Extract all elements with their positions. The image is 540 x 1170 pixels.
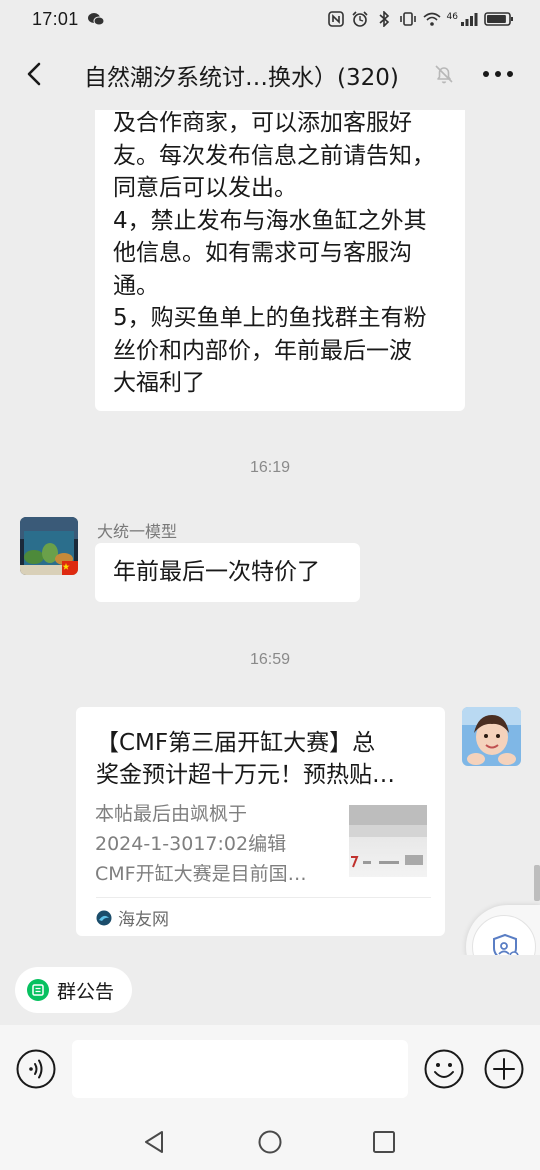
bluetooth-icon xyxy=(379,11,389,27)
voice-icon[interactable] xyxy=(16,1049,56,1089)
divider xyxy=(96,897,431,898)
chat-header: 自然潮汐系统讨…换水）(320) xyxy=(0,38,540,110)
my-avatar[interactable] xyxy=(462,707,521,766)
floating-security-button[interactable] xyxy=(466,905,540,955)
system-navigation-bar xyxy=(0,1115,540,1170)
alarm-icon xyxy=(351,11,368,27)
signal-icon xyxy=(461,13,478,26)
link-card-desc-line: 本帖最后由飒枫于 xyxy=(95,803,248,825)
announcement-icon xyxy=(27,979,49,1001)
link-card-title-line: 【CMF第三届开缸大赛】总 xyxy=(96,730,376,756)
message-line: 友。每次发布信息之前请告知， xyxy=(113,142,435,169)
message-list[interactable]: 及合作商家，可以添加客服好 友。每次发布信息之前请告知， 同意后可以发出。 4，… xyxy=(0,110,540,955)
link-card-title: 【CMF第三届开缸大赛】总 奖金预计超十万元！预热贴… xyxy=(96,727,426,791)
group-announcement-button[interactable]: 群公告 xyxy=(15,967,133,1013)
message-bubble[interactable]: 年前最后一次特价了 xyxy=(95,543,360,602)
sender-name: 大统一模型 xyxy=(97,522,178,541)
message-bubble-rules[interactable]: 及合作商家，可以添加客服好 友。每次发布信息之前请告知， 同意后可以发出。 4，… xyxy=(95,110,465,411)
wechat-notification-icon xyxy=(87,13,105,26)
message-line: 大福利了 xyxy=(113,370,205,396)
announcement-bar: 群公告 xyxy=(0,955,540,1025)
status-time: 17:01 xyxy=(32,8,79,29)
battery-icon xyxy=(484,12,513,26)
shield-button-inner xyxy=(472,915,536,955)
nfc-icon xyxy=(327,11,344,27)
shared-link-card[interactable]: 【CMF第三届开缸大赛】总 奖金预计超十万元！预热贴… 本帖最后由飒枫于 202… xyxy=(76,707,445,936)
cn-flag-badge xyxy=(62,561,78,575)
link-card-source: 海友网 xyxy=(96,905,169,930)
timestamp: 16:59 xyxy=(249,651,291,668)
nav-recents-icon[interactable] xyxy=(369,1127,399,1157)
link-card-description: 本帖最后由飒枫于 2024-1-3017:02编辑 CMF开缸大赛是目前国… xyxy=(95,799,335,889)
link-card-thumbnail xyxy=(349,805,427,877)
message-line: 及合作商家，可以添加客服好 xyxy=(113,110,412,136)
timestamp: 16:19 xyxy=(249,459,291,476)
chat-title[interactable]: 自然潮汐系统讨…换水）(320) xyxy=(84,58,399,92)
message-line: 4，禁止发布与海水鱼缸之外其 xyxy=(113,207,427,234)
link-card-source-name: 海友网 xyxy=(118,910,169,930)
input-bar xyxy=(0,1025,540,1115)
message-text: 年前最后一次特价了 xyxy=(113,559,320,585)
vibrate-icon xyxy=(399,12,416,26)
link-card-desc-line: CMF开缸大赛是目前国… xyxy=(95,863,307,885)
status-bar: 17:01 46 xyxy=(0,0,540,38)
nav-home-icon[interactable] xyxy=(255,1127,285,1157)
more-horizontal-icon[interactable] xyxy=(478,60,518,88)
chevron-left-icon[interactable] xyxy=(18,56,54,92)
link-card-desc-line: 2024-1-3017:02编辑 xyxy=(95,833,287,855)
message-line: 通。 xyxy=(113,272,159,299)
message-line: 同意后可以发出。 xyxy=(113,175,297,201)
bell-off-icon xyxy=(435,65,453,84)
message-line: 5，购买鱼单上的鱼找群主有粉 xyxy=(113,305,427,331)
wifi-icon xyxy=(423,12,441,26)
scrollbar[interactable] xyxy=(534,865,540,901)
child-avatar-image xyxy=(462,707,521,766)
emoji-icon[interactable] xyxy=(424,1049,464,1089)
link-card-title-line: 奖金预计超十万元！预热贴… xyxy=(96,762,395,788)
message-line: 丝价和内部价，年前最后一波 xyxy=(113,337,412,364)
nav-back-icon[interactable] xyxy=(140,1127,170,1157)
network-type-label: 46 xyxy=(446,12,458,22)
site-logo-icon xyxy=(96,910,112,925)
thumbnail-image xyxy=(349,805,427,868)
shield-icon xyxy=(493,933,519,955)
avatar[interactable] xyxy=(20,517,78,575)
message-input[interactable] xyxy=(72,1040,408,1098)
announcement-label: 群公告 xyxy=(57,980,115,1003)
plus-icon[interactable] xyxy=(484,1049,524,1089)
message-line: 他信息。如有需求可与客服沟 xyxy=(113,240,412,266)
